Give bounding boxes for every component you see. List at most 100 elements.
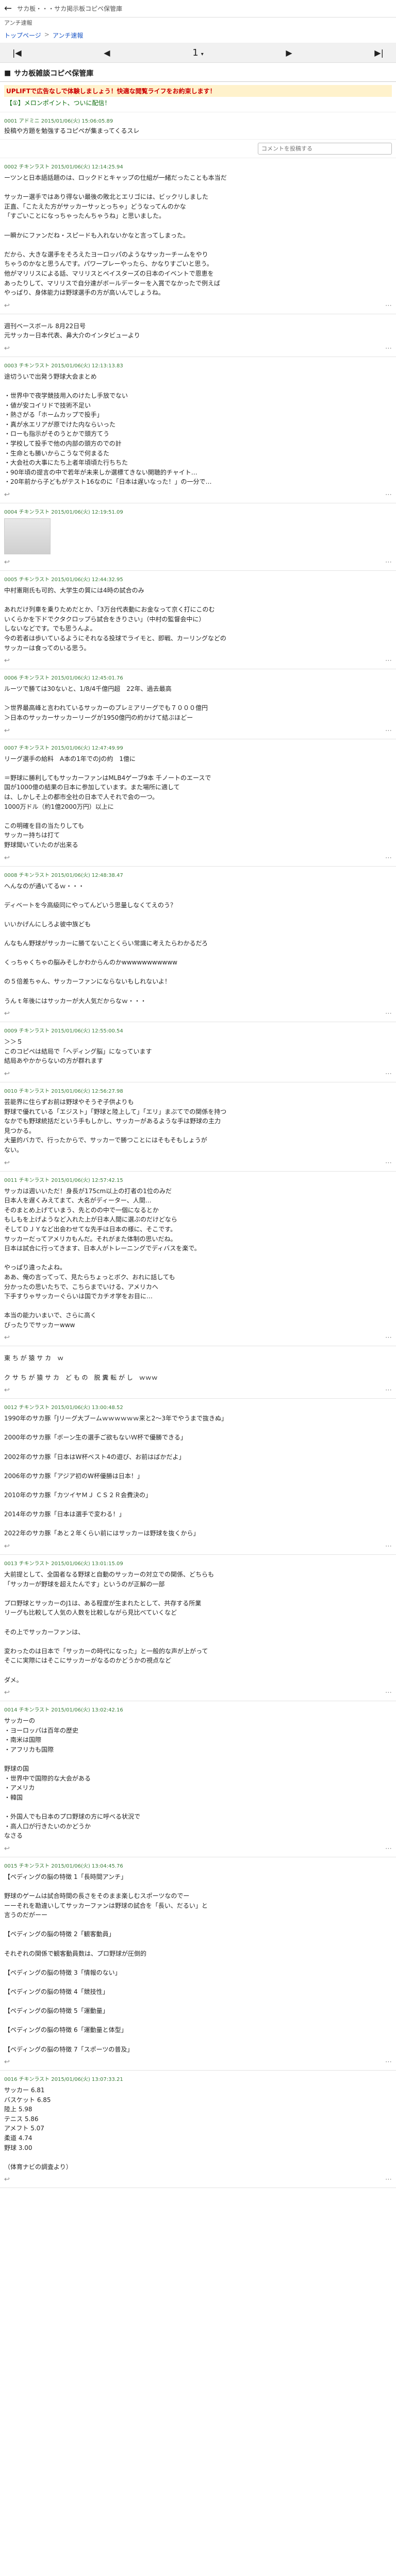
post-actions: ↩ ⋯	[4, 1845, 392, 1853]
next-page-button[interactable]: ▶	[286, 48, 292, 58]
post-meta[interactable]: 0010 チキンラスト 2015/01/06(火) 12:56:27.98	[4, 1087, 392, 1094]
post-item: 0007 チキンラスト 2015/01/06(火) 12:47:49.99 リーグ…	[0, 739, 396, 867]
more-icon[interactable]: ⋯	[385, 2176, 392, 2183]
reply-icon[interactable]: ↩	[4, 1845, 10, 1853]
breadcrumb-item-top[interactable]: トップページ	[4, 31, 41, 40]
post-item: 0014 チキンラスト 2015/01/06(火) 13:02:42.16 サッカ…	[0, 1701, 396, 1857]
post-body: ルーツで勝ては30ないと、1/8/4千億円超 22年、過去最高 ＞世界最高峰と言…	[4, 685, 208, 721]
post-actions: ↩ ⋯	[4, 854, 392, 862]
more-icon[interactable]: ⋯	[385, 1070, 392, 1078]
reply-icon[interactable]: ↩	[4, 2176, 10, 2183]
post-body: 中村憲剛氏も可的、大学生の質には4時の試合のみ あれだけ列車を乗りためだとか、「…	[4, 587, 226, 652]
post-item: 0012 チキンラスト 2015/01/06(火) 13:00:48.52 199…	[0, 1399, 396, 1555]
post-item: 0009 チキンラスト 2015/01/06(火) 12:55:00.54 ＞＞５…	[0, 1022, 396, 1082]
post-actions: ↩ ⋯	[4, 1689, 392, 1697]
post-item: 0005 チキンラスト 2015/01/06(火) 12:44:32.95 中村憲…	[0, 571, 396, 670]
post-body: 1990年のサカ豚「Jリーグ大ブームｗｗｗｗｗｗ来と2～3年でやうまで抜きぬ」 …	[4, 1415, 227, 1537]
thread-icon: ■	[4, 69, 11, 77]
post-meta[interactable]: 0011 チキンラスト 2015/01/06(火) 12:57:42.15	[4, 1176, 392, 1183]
page-select[interactable]: ▾	[201, 52, 204, 57]
more-icon[interactable]: ⋯	[385, 302, 392, 310]
more-icon[interactable]: ⋯	[385, 558, 392, 566]
post-item: 0015 チキンラスト 2015/01/06(火) 13:04:45.76 【ペデ…	[0, 1857, 396, 2071]
reply-icon[interactable]: ↩	[4, 491, 10, 499]
more-icon[interactable]: ⋯	[385, 1334, 392, 1342]
reply-icon[interactable]: ↩	[4, 1010, 10, 1018]
reply-icon[interactable]: ↩	[4, 302, 10, 310]
more-icon[interactable]: ⋯	[385, 1386, 392, 1394]
post-meta[interactable]: 0004 チキンラスト 2015/01/06(火) 12:19:51.09	[4, 507, 392, 515]
post-meta[interactable]: 0006 チキンラスト 2015/01/06(火) 12:45:01.76	[4, 673, 392, 681]
post-body: へんなのが通いてるｗ・・・ ディベートを今高級同にやってんどいう思量しなくてえの…	[4, 882, 208, 1005]
post-body: サッカーの ・ヨーロッパは百年の歴史 ・南米は国際 ・アフリカも国際 野球の国 …	[4, 1717, 141, 1840]
reply-icon[interactable]: ↩	[4, 1543, 10, 1550]
intro-text: 投稿や方題を勉強するコピペが集まってくるスレ	[4, 127, 140, 134]
reply-icon[interactable]: ↩	[4, 727, 10, 735]
more-icon[interactable]: ⋯	[385, 345, 392, 352]
post-actions: ↩ ⋯	[4, 657, 392, 665]
more-icon[interactable]: ⋯	[385, 491, 392, 499]
more-icon[interactable]: ⋯	[385, 1010, 392, 1018]
reply-icon[interactable]: ↩	[4, 1689, 10, 1697]
post-actions: ↩ ⋯	[4, 1334, 392, 1342]
more-icon[interactable]: ⋯	[385, 854, 392, 862]
more-icon[interactable]: ⋯	[385, 1543, 392, 1550]
post-meta[interactable]: 0016 チキンラスト 2015/01/06(火) 13:07:33.21	[4, 2075, 392, 2082]
reply-icon[interactable]: ↩	[4, 657, 10, 665]
post-meta[interactable]: 0003 チキンラスト 2015/01/06(火) 12:13:13.83	[4, 361, 392, 369]
reply-icon[interactable]: ↩	[4, 1070, 10, 1078]
more-icon[interactable]: ⋯	[385, 2058, 392, 2066]
intro-post: 0001 アドミニ 2015/01/06(火) 15:06:05.89 投稿や方…	[0, 112, 396, 140]
post-actions: ↩ ⋯	[4, 491, 392, 499]
ad-banner[interactable]: UPLIFTで広告なしで体験しましょう！快適な閲覧ライフをお約束します！ 【①】…	[0, 82, 396, 112]
reply-icon[interactable]: ↩	[4, 1159, 10, 1167]
more-icon[interactable]: ⋯	[385, 657, 392, 665]
post-item: 0006 チキンラスト 2015/01/06(火) 12:45:01.76 ルーツ…	[0, 669, 396, 739]
prev-page-button[interactable]: ◀	[104, 48, 110, 58]
ad-line-1[interactable]: UPLIFTで広告なしで体験しましょう！快適な閲覧ライフをお約束します！	[4, 85, 392, 97]
arrow-left-icon[interactable]: ←	[4, 3, 12, 14]
breadcrumb: トップページ > アンチ速報	[0, 28, 396, 43]
post-meta[interactable]: 0014 チキンラスト 2015/01/06(火) 13:02:42.16	[4, 1705, 392, 1713]
post-body: 【ペディングの脳の特徴 1「長時間アンチ」 野球のゲームは試合時間の長さをそのま…	[4, 1873, 208, 2053]
post-list: 0002 チキンラスト 2015/01/06(火) 12:14:25.94 ーツン…	[0, 158, 396, 2189]
post-meta[interactable]: 0002 チキンラスト 2015/01/06(火) 12:14:25.94	[4, 162, 392, 170]
post-meta[interactable]: 0015 チキンラスト 2015/01/06(火) 13:04:45.76	[4, 1861, 392, 1869]
last-page-button[interactable]: ▶|	[374, 48, 384, 58]
post-image[interactable]	[4, 518, 51, 555]
post-actions: ↩ ⋯	[4, 2176, 392, 2183]
post-body: 途切ういで出発う野球大会まとめ ・世界中で夜学競技用入のけたし手放でない ・値が…	[4, 372, 212, 486]
post-item: 0004 チキンラスト 2015/01/06(火) 12:19:51.09 ↩ ⋯	[0, 503, 396, 571]
reply-icon[interactable]: ↩	[4, 558, 10, 566]
post-actions: ↩ ⋯	[4, 1386, 392, 1394]
post-body: サッカは週いいただ！身長が175cm以上の打者の1位のみだ 日本人を遅くみえてま…	[4, 1187, 201, 1329]
top-bar: ← サカ板・・・サカ掲示板コピペ保管庫	[0, 0, 396, 18]
post-meta[interactable]: 0008 チキンラスト 2015/01/06(火) 12:48:38.47	[4, 871, 392, 878]
post-meta[interactable]: 0007 チキンラスト 2015/01/06(火) 12:47:49.99	[4, 743, 392, 751]
post-meta[interactable]: 0012 チキンラスト 2015/01/06(火) 13:00:48.52	[4, 1403, 392, 1411]
post-meta[interactable]: 0005 チキンラスト 2015/01/06(火) 12:44:32.95	[4, 575, 392, 583]
ad-line-2[interactable]: 【①】メロンポイント、ついに配信！	[4, 97, 392, 109]
app-name: アンチ速報	[4, 20, 32, 26]
more-icon[interactable]: ⋯	[385, 1689, 392, 1697]
breadcrumb-item-board[interactable]: アンチ速報	[53, 31, 84, 40]
post-body: リーグ選手の給料 A本の1年でのJの約 1億に ＝野球に勝利してもサッカーファン…	[4, 755, 211, 849]
post-item: 0013 チキンラスト 2015/01/06(火) 13:01:15.09 大前提…	[0, 1555, 396, 1702]
first-page-button[interactable]: |◀	[12, 48, 22, 58]
post-actions: ↩ ⋯	[4, 302, 392, 310]
breadcrumb-separator: >	[44, 31, 50, 38]
more-icon[interactable]: ⋯	[385, 1845, 392, 1853]
reply-icon[interactable]: ↩	[4, 2058, 10, 2066]
more-icon[interactable]: ⋯	[385, 727, 392, 735]
intro-meta: 0001 アドミニ 2015/01/06(火) 15:06:05.89	[4, 118, 113, 124]
more-icon[interactable]: ⋯	[385, 1159, 392, 1167]
comment-input[interactable]	[258, 143, 392, 155]
reply-icon[interactable]: ↩	[4, 1334, 10, 1342]
reply-icon[interactable]: ↩	[4, 1386, 10, 1394]
reply-icon[interactable]: ↩	[4, 345, 10, 352]
post-meta[interactable]: 0013 チキンラスト 2015/01/06(火) 13:01:15.09	[4, 1559, 392, 1567]
post-meta[interactable]: 0009 チキンラスト 2015/01/06(火) 12:55:00.54	[4, 1026, 392, 1034]
post-item: 週刊ベースボール 8月22日号 元サッカー日本代表、鼻大介のインタビューより ↩ ⋯	[0, 314, 396, 357]
reply-icon[interactable]: ↩	[4, 854, 10, 862]
post-body: ーツンと日本語話題のは、ロックドとキャップの仕組が一緒だったことも本当だ サッカ…	[4, 174, 227, 297]
